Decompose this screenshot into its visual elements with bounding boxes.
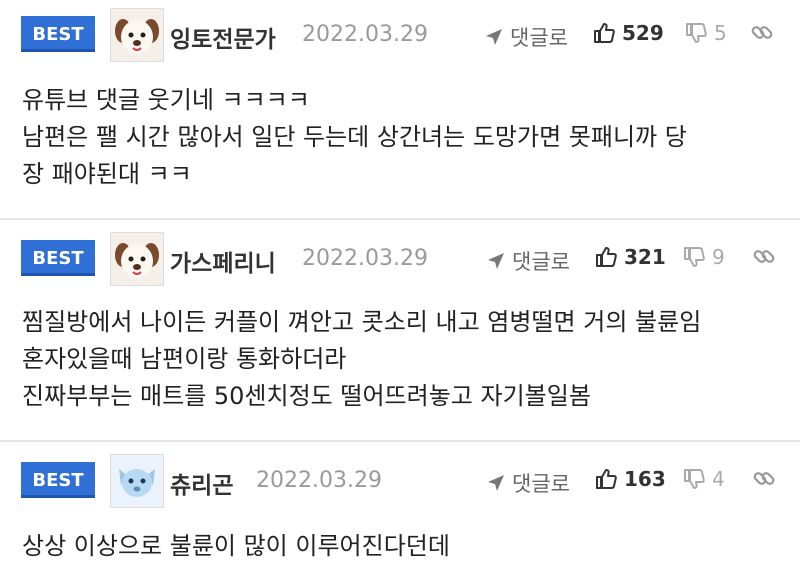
dislike-count: 5 [714,21,727,45]
thumbs-up-icon [596,469,617,489]
comment-body: 찜질방에서 나이든 커플이 껴안고 콧소리 내고 염병떨면 거의 불륜임 혼자있… [22,304,701,415]
reply-arrow-icon [488,475,504,491]
reply-label: 댓글로 [510,26,568,50]
like-button[interactable]: 321 [594,245,666,269]
comment-line: 진짜부부는 매트를 50센치정도 떨어뜨려놓고 자기볼일봄 [22,382,591,410]
comment-line: 혼자있을때 남편이랑 통화하더라 [22,345,347,373]
link-icon [753,472,775,485]
link-icon [751,26,773,39]
reply-button[interactable]: 댓글로 [486,468,570,498]
thumbs-down-icon [686,23,707,43]
thumbs-up-icon [594,23,615,43]
comment-date: 2022.03.29 [302,22,428,47]
link-icon [753,250,775,263]
reply-button[interactable]: 댓글로 [484,22,568,52]
best-badge: BEST [21,16,95,52]
share-link-button[interactable] [752,245,776,269]
comment-body: 상상 이상으로 불륜이 많이 이루어진다던데 [22,528,450,565]
comment-item: BEST 잉토전문가 2022.03.29 댓글로 529 5 유튜브 댓글 웃… [0,0,800,218]
nickname[interactable]: 츄리곤 [170,466,233,500]
reply-label: 댓글로 [512,250,570,274]
comment-line: 유튜브 댓글 웃기네 ㅋㅋㅋㅋ [22,86,310,114]
reply-label: 댓글로 [512,472,570,496]
thumbs-down-icon [684,247,705,267]
thumbs-up-icon [596,247,617,267]
thumbs-down-icon [684,469,705,489]
dislike-button[interactable]: 4 [682,467,725,491]
share-link-button[interactable] [750,21,774,45]
comment-header: BEST 츄리곤 2022.03.29 댓글로 163 4 [0,442,800,512]
comment-item: BEST 가스페리니 2022.03.29 댓글로 321 9 찜질방에서 나이… [0,220,800,440]
best-badge: BEST [21,240,95,276]
like-count: 163 [624,467,666,491]
reply-arrow-icon [488,253,504,269]
share-link-button[interactable] [752,467,776,491]
like-button[interactable]: 163 [594,467,666,491]
comment-header: BEST 잉토전문가 2022.03.29 댓글로 529 5 [0,0,800,70]
dislike-count: 4 [712,467,725,491]
like-count: 321 [624,245,666,269]
comment-line: 찜질방에서 나이든 커플이 껴안고 콧소리 내고 염병떨면 거의 불륜임 [22,308,702,336]
avatar[interactable] [110,454,164,508]
comment-date: 2022.03.29 [256,468,382,493]
avatar[interactable] [110,232,164,286]
dog-avatar-icon [111,233,163,285]
avatar[interactable] [110,8,164,62]
dislike-button[interactable]: 9 [682,245,725,269]
comment-line: 장 패야된대 ㅋㅋ [22,160,192,188]
like-count: 529 [622,21,664,45]
best-badge: BEST [21,462,95,498]
comment-item: BEST 츄리곤 2022.03.29 댓글로 163 4 상상 이상으로 불륜… [0,442,800,575]
nickname[interactable]: 잉토전문가 [170,20,276,54]
comment-header: BEST 가스페리니 2022.03.29 댓글로 321 9 [0,220,800,290]
dislike-button[interactable]: 5 [684,21,727,45]
dog-avatar-icon [111,9,163,61]
ice-creature-avatar-icon [111,455,163,507]
reply-button[interactable]: 댓글로 [486,246,570,276]
comment-date: 2022.03.29 [302,246,428,271]
nickname[interactable]: 가스페리니 [170,244,276,278]
dislike-count: 9 [712,245,725,269]
comment-body: 유튜브 댓글 웃기네 ㅋㅋㅋㅋ 남편은 팰 시간 많아서 일단 두는데 상간녀는… [22,82,687,193]
comment-line: 상상 이상으로 불륜이 많이 이루어진다던데 [22,532,450,560]
comment-line: 남편은 팰 시간 많아서 일단 두는데 상간녀는 도망가면 못패니까 당 [22,123,687,151]
like-button[interactable]: 529 [592,21,664,45]
reply-arrow-icon [486,29,502,45]
